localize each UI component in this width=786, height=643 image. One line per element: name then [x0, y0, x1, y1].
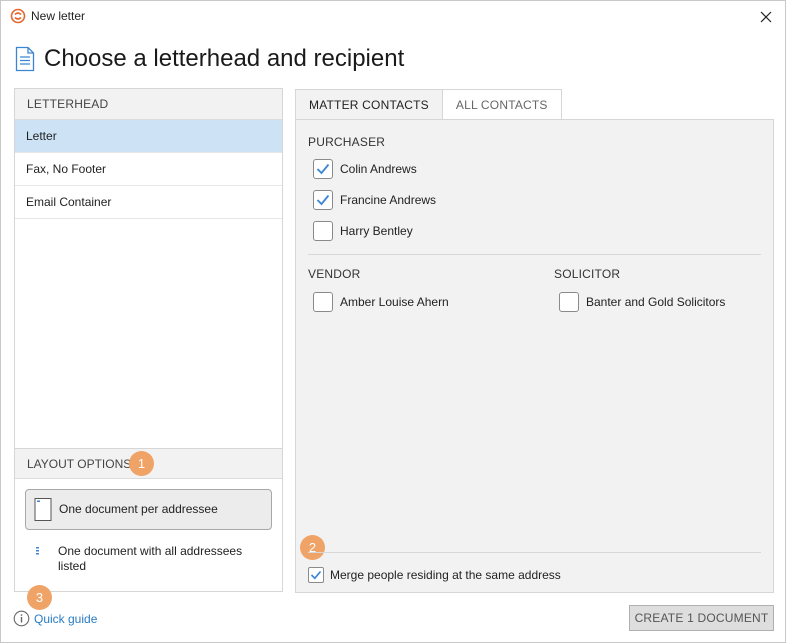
- checkbox[interactable]: [559, 292, 579, 312]
- option-label: One document with all addressees listed: [58, 544, 243, 573]
- page-title: Choose a letterhead and recipient: [44, 45, 405, 72]
- checkmark-icon: [316, 163, 330, 175]
- purchaser-label: PURCHASER: [308, 135, 386, 149]
- one-document-per-addressee-button[interactable]: One document per addressee: [25, 489, 272, 530]
- option-label: One document per addressee: [59, 502, 218, 516]
- quick-guide-link[interactable]: Quick guide: [13, 610, 97, 627]
- contacts-tabs: MATTER CONTACTS ALL CONTACTS: [295, 89, 562, 120]
- letterhead-panel: LETTERHEAD Letter Fax, No Footer Email C…: [14, 88, 283, 592]
- tab-matter-contacts[interactable]: MATTER CONTACTS: [295, 89, 443, 120]
- single-page-icon: [34, 497, 52, 521]
- checkmark-icon: [316, 194, 330, 206]
- contact-harry-bentley[interactable]: Harry Bentley: [313, 221, 413, 241]
- new-letter-window: New letter Choose a letterhead and recip…: [0, 0, 786, 643]
- close-icon: [760, 11, 772, 23]
- letterhead-item-letter[interactable]: Letter: [15, 120, 282, 153]
- document-icon: [15, 46, 35, 72]
- page-heading: Choose a letterhead and recipient: [15, 45, 404, 73]
- list-page-icon: [33, 544, 51, 569]
- one-document-all-addressees-option[interactable]: One document with all addressees listed: [25, 543, 272, 581]
- app-logo-icon: [10, 8, 26, 24]
- window-title: New letter: [31, 9, 86, 23]
- letterhead-item-label: Fax, No Footer: [26, 162, 107, 176]
- checkmark-icon: [310, 570, 322, 580]
- letterhead-item-email-container[interactable]: Email Container: [15, 186, 282, 219]
- merge-label: Merge people residing at the same addres…: [330, 568, 561, 582]
- contact-colin-andrews[interactable]: Colin Andrews: [313, 159, 417, 179]
- contact-banter-and-gold-solicitors[interactable]: Banter and Gold Solicitors: [559, 292, 725, 312]
- create-document-button[interactable]: CREATE 1 DOCUMENT: [629, 605, 774, 631]
- vendor-label: VENDOR: [308, 267, 361, 281]
- quick-guide-label: Quick guide: [34, 611, 98, 626]
- letterhead-item-label: Email Container: [26, 195, 112, 209]
- merge-divider: [308, 552, 761, 553]
- layout-options-section: LAYOUT OPTIONS 1 One document per addres…: [15, 448, 282, 591]
- merge-checkbox[interactable]: [308, 567, 324, 583]
- layout-options-title: LAYOUT OPTIONS: [27, 457, 132, 471]
- contacts-panel: PURCHASER Colin Andrews Francine Andrews…: [295, 119, 774, 593]
- info-icon: [13, 610, 30, 627]
- contact-francine-andrews[interactable]: Francine Andrews: [313, 190, 436, 210]
- contact-amber-louise-ahern[interactable]: Amber Louise Ahern: [313, 292, 449, 312]
- solicitor-label: SOLICITOR: [554, 267, 621, 281]
- merge-same-address-option[interactable]: Merge people residing at the same addres…: [308, 567, 561, 583]
- contact-name: Francine Andrews: [340, 193, 437, 207]
- contact-name: Banter and Gold Solicitors: [586, 295, 726, 309]
- step-badge-2: 2: [300, 535, 325, 560]
- title-bar: New letter: [1, 1, 785, 32]
- section-divider: [308, 254, 761, 255]
- contact-name: Amber Louise Ahern: [340, 295, 449, 309]
- letterhead-item-label: Letter: [26, 129, 57, 143]
- letterhead-header: LETTERHEAD: [15, 89, 282, 120]
- step-badge-3: 3: [27, 585, 52, 610]
- step-badge-1: 1: [129, 451, 154, 476]
- contact-name: Harry Bentley: [340, 224, 413, 238]
- checkbox[interactable]: [313, 221, 333, 241]
- checkbox[interactable]: [313, 292, 333, 312]
- tab-all-contacts[interactable]: ALL CONTACTS: [442, 89, 562, 120]
- close-button[interactable]: [755, 6, 777, 28]
- checkbox[interactable]: [313, 190, 333, 210]
- letterhead-item-fax-no-footer[interactable]: Fax, No Footer: [15, 153, 282, 186]
- layout-options-header: LAYOUT OPTIONS 1: [15, 449, 282, 479]
- contact-name: Colin Andrews: [340, 162, 417, 176]
- checkbox[interactable]: [313, 159, 333, 179]
